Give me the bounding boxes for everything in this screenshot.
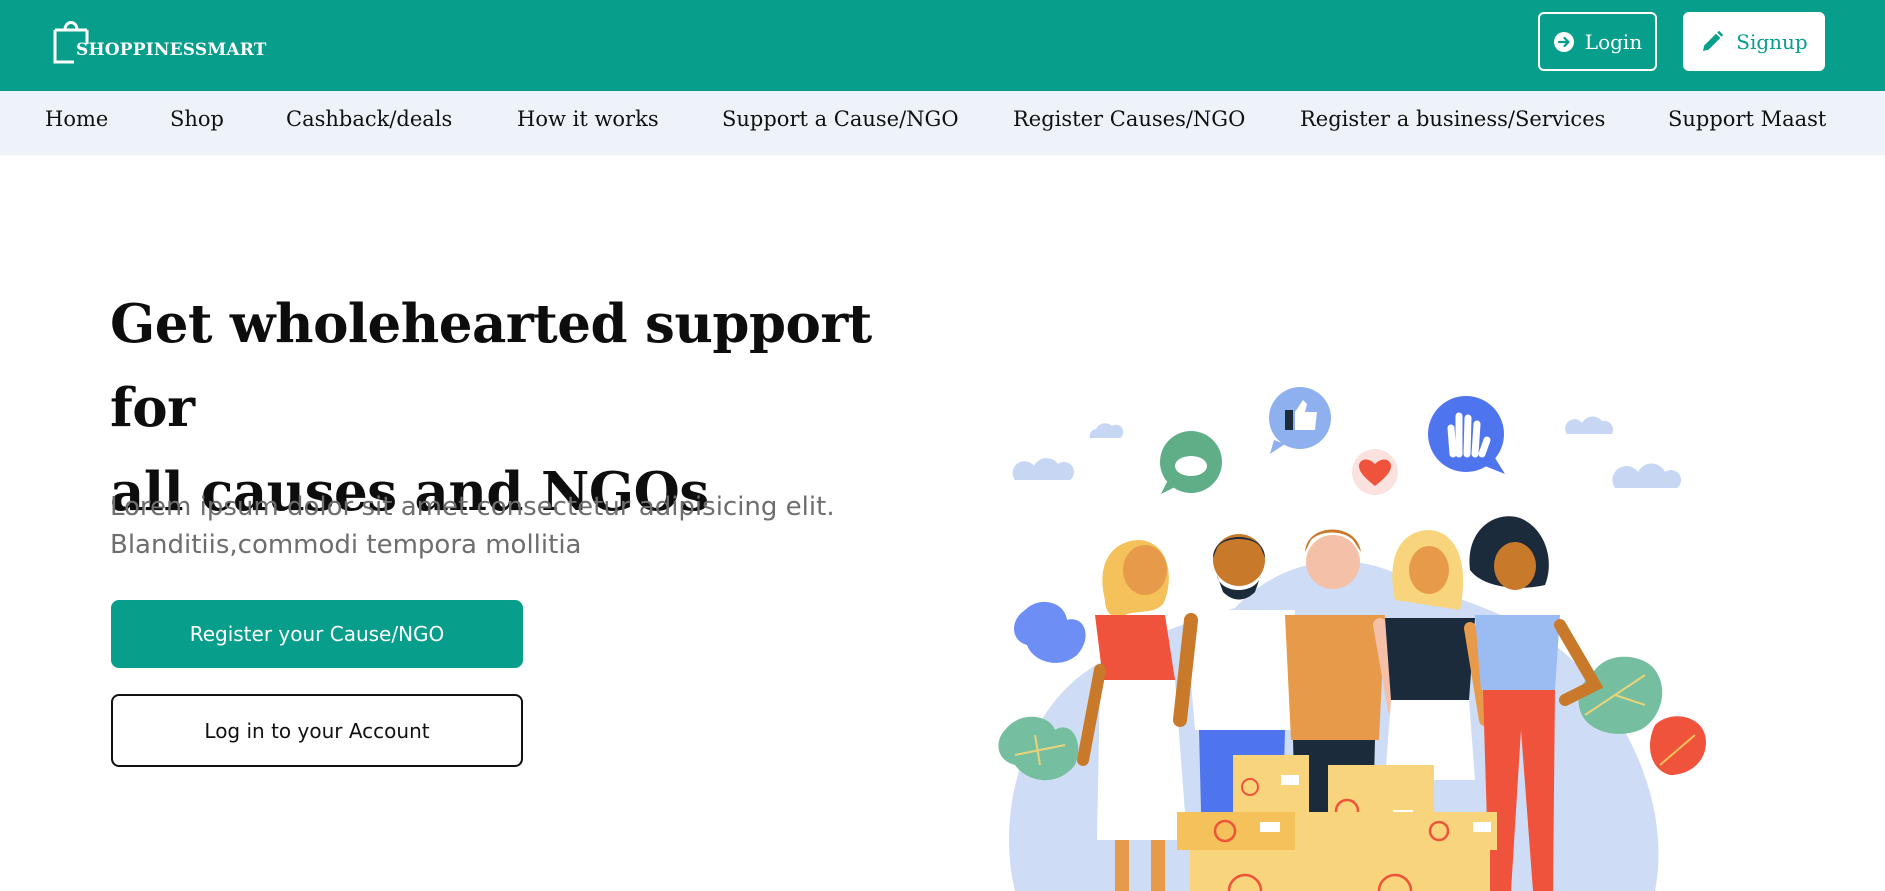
thumbs-up-bubble-icon [1269,387,1331,454]
login-label: Login [1584,29,1643,54]
register-cause-button[interactable]: Register your Cause/NGO [111,600,523,668]
hero-title-line-1: Get wholehearted support for [110,293,872,439]
cloud-icon [1012,458,1074,480]
arrow-circle-right-icon [1553,31,1574,52]
cloud-icon [1089,423,1124,438]
hero-subtitle: Lorem ipsum dolor sit amet consectetur a… [110,488,870,564]
nav-item-shop[interactable]: Shop [170,91,224,155]
top-header: SHOPPINESSMART Login Signup [0,0,1885,91]
nav-item-cashback-deals[interactable]: Cashback/deals [286,91,452,155]
login-button[interactable]: Login [1538,12,1657,71]
login-account-button[interactable]: Log in to your Account [111,694,523,767]
nav-item-register-causes[interactable]: Register Causes/NGO [1013,91,1245,155]
hero-subtitle-line-2: Blanditiis,commodi tempora mollitia [110,530,582,560]
raised-hand-bubble-icon [1428,396,1505,474]
mask-bubble-icon [1160,431,1222,494]
brand-name: SHOPPINESSMART [76,40,267,60]
brand-logo[interactable]: SHOPPINESSMART [52,18,266,64]
cloud-icon [1565,416,1614,434]
main-nav: Home Shop Cashback/deals How it works Su… [0,91,1885,155]
heart-bubble-icon [1352,449,1398,495]
community-illustration [998,387,1706,891]
signup-button[interactable]: Signup [1683,12,1825,71]
cloud-icon [1612,463,1681,488]
hero-subtitle-line-1: Lorem ipsum dolor sit amet consectetur a… [110,492,835,522]
nav-item-how-it-works[interactable]: How it works [517,91,659,155]
pencil-icon [1703,30,1724,51]
nav-item-home[interactable]: Home [45,91,108,155]
nav-item-support-maast[interactable]: Support Maast [1668,91,1826,155]
signup-label: Signup [1736,29,1808,54]
nav-item-register-business[interactable]: Register a business/Services [1300,91,1605,155]
nav-item-support-cause[interactable]: Support a Cause/NGO [722,91,959,155]
